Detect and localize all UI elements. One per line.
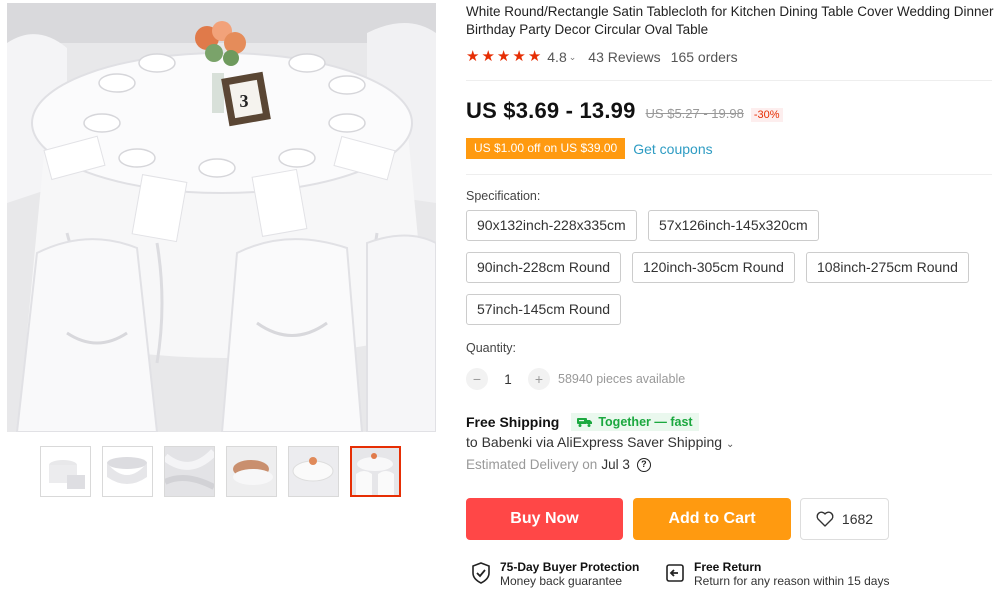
thumbnail-6-selected[interactable] [350,446,401,497]
truck-icon [577,418,593,427]
estimated-delivery: Estimated Delivery on Jul 3 ? [466,457,651,472]
star-icon: ★ [527,48,542,65]
available-stock: 58940 pieces available [558,372,686,386]
shipping-row: Free Shipping Together — fast [466,413,699,431]
rating-value[interactable]: 4.8 [547,49,566,65]
thumbnail-4[interactable] [226,446,277,497]
chevron-down-icon[interactable]: ⌄ [569,52,577,63]
delivery-label: Estimated Delivery on [466,457,598,472]
question-icon[interactable]: ? [636,457,651,472]
heart-icon [816,511,834,527]
price-row: US $3.69 - 13.99 US $5.27 - 19.98 -30% [466,98,783,124]
star-rating: ★ ★ ★ ★ ★ [466,49,541,65]
together-fast-tag: Together — fast [571,413,699,431]
quantity-input[interactable]: 1 [488,372,528,387]
thumbnail-3[interactable] [164,446,215,497]
wishlist-count: 1682 [841,511,874,527]
wishlist-button[interactable]: 1682 [800,498,889,540]
free-return-subtitle: Return for any reason within 15 days [694,574,890,588]
rating-row: ★ ★ ★ ★ ★ 4.8 ⌄ 43 Reviews 165 orders [466,49,738,66]
free-return[interactable]: Free Return Return for any reason within… [664,560,889,589]
quantity-stepper: − 1 + 58940 pieces available [466,368,685,390]
chevron-down-icon: ⌄ [725,439,735,450]
buy-now-button[interactable]: Buy Now [466,498,623,540]
buyer-protection-title: 75-Day Buyer Protection [500,560,640,574]
shipping-destination[interactable]: to Babenki via AliExpress Saver Shipping… [466,434,734,450]
delivery-date: Jul 3 [601,457,630,472]
spec-option[interactable]: 90inch-228cm Round [466,252,622,283]
shipping-to-text: to Babenki via AliExpress Saver Shipping [466,434,723,450]
thumbnail-strip [40,446,401,497]
specification-label: Specification: [466,189,541,203]
table-number: 3 [240,91,249,111]
spec-option[interactable]: 108inch-275cm Round [806,252,969,283]
decrease-quantity-button[interactable]: − [466,368,488,390]
main-product-image[interactable]: 3 [7,3,436,432]
star-icon: ★ [481,48,495,65]
coupon-badge[interactable]: US $1.00 off on US $39.00 [463,138,626,159]
free-shipping-label: Free Shipping [466,414,560,430]
coupon-row: US $1.00 off on US $39.00 Get coupons [463,138,713,159]
spec-option[interactable]: 120inch-305cm Round [632,252,795,283]
spec-option[interactable]: 57inch-145cm Round [466,294,622,325]
together-fast-label: Together — fast [598,415,693,429]
return-box-icon [666,564,684,582]
tablecloth-scene-illustration: 3 [7,3,436,432]
thumbnail-1[interactable] [40,446,91,497]
thumbnail-5[interactable] [288,446,339,497]
orders-count: 165 orders [670,49,738,65]
buyer-protection-subtitle: Money back guarantee [500,574,623,588]
star-icon: ★ [496,48,511,65]
add-to-cart-button[interactable]: Add to Cart [633,498,791,540]
free-return-title: Free Return [694,560,762,574]
spec-option[interactable]: 57x126inch-145x320cm [648,210,819,241]
divider [466,80,992,81]
star-icon: ★ [466,48,480,65]
divider [466,174,992,175]
get-coupons-link[interactable]: Get coupons [633,141,712,157]
current-price: US $3.69 - 13.99 [466,98,636,123]
discount-badge: -30% [750,108,783,122]
quantity-label: Quantity: [466,341,517,355]
buyer-protection[interactable]: 75-Day Buyer Protection Money back guara… [470,560,639,589]
increase-quantity-button[interactable]: + [528,368,550,390]
star-icon: ★ [512,48,526,65]
shield-check-icon [472,562,490,584]
reviews-link[interactable]: 43 Reviews [588,49,660,65]
spec-option[interactable]: 90x132inch-228x335cm [466,210,637,241]
original-price: US $5.27 - 19.98 [645,106,744,121]
thumbnail-2[interactable] [102,446,153,497]
product-title: White Round/Rectangle Satin Tablecloth f… [466,4,994,37]
